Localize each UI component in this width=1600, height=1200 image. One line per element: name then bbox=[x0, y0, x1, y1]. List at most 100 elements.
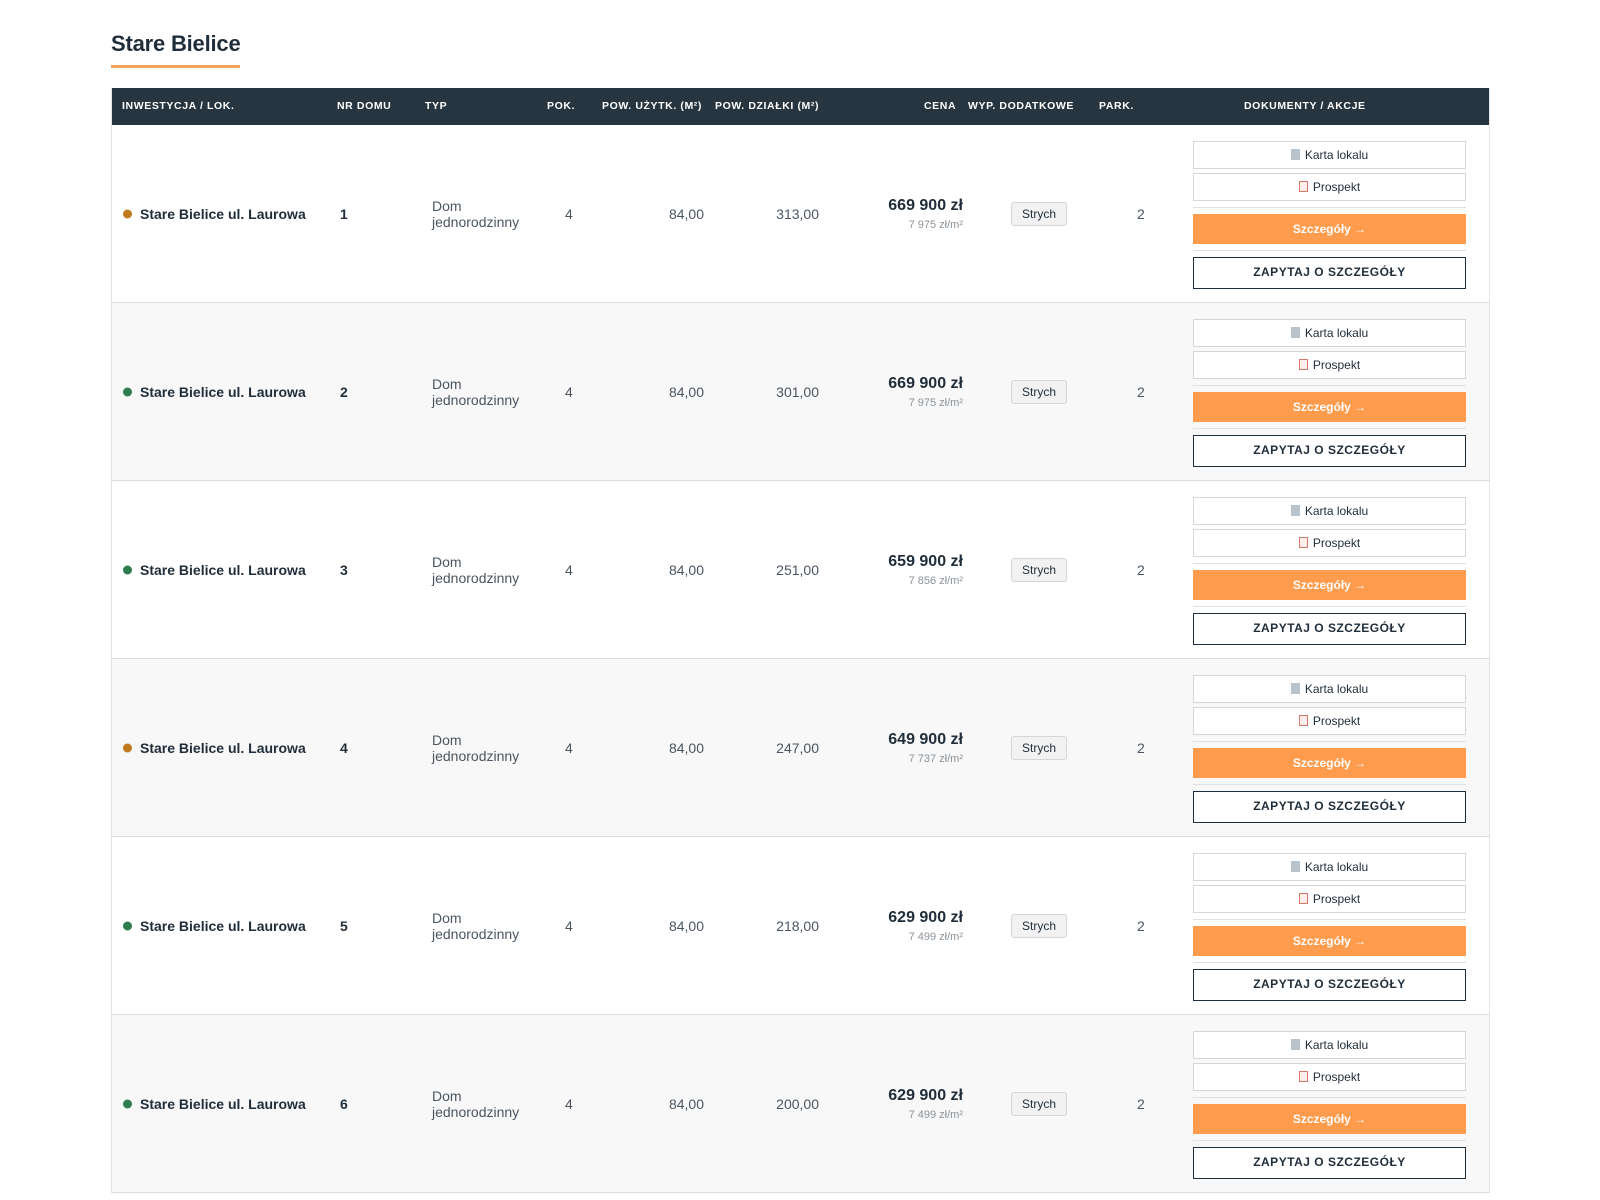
prospekt-button[interactable]: Prospekt bbox=[1193, 173, 1466, 201]
details-button[interactable]: Szczegóły → bbox=[1193, 748, 1466, 778]
ask-details-button[interactable]: ZAPYTAJ O SZCZEGÓŁY bbox=[1193, 969, 1466, 1001]
karta-lokalu-button[interactable]: Karta lokalu bbox=[1193, 1031, 1466, 1059]
rooms-count: 4 bbox=[565, 561, 573, 578]
table-row: Stare Bielice ul. Laurowa 1 Dom jednorodz… bbox=[112, 125, 1489, 303]
extra-badge: Strych bbox=[1011, 379, 1068, 404]
details-button[interactable]: Szczegóły → bbox=[1193, 926, 1466, 956]
investment-name[interactable]: Stare Bielice ul. Laurowa bbox=[140, 562, 306, 578]
investment-name[interactable]: Stare Bielice ul. Laurowa bbox=[140, 206, 306, 222]
plot-area: 247,00 bbox=[776, 739, 819, 756]
pdf-icon bbox=[1298, 893, 1308, 904]
table-row: Stare Bielice ul. Laurowa 6 Dom jednorodz… bbox=[112, 1015, 1489, 1193]
pdf-icon bbox=[1298, 715, 1308, 726]
ask-details-button[interactable]: ZAPYTAJ O SZCZEGÓŁY bbox=[1193, 613, 1466, 645]
details-button[interactable]: Szczegóły → bbox=[1193, 570, 1466, 600]
karta-lokalu-label: Karta lokalu bbox=[1304, 504, 1369, 518]
investment-name[interactable]: Stare Bielice ul. Laurowa bbox=[140, 1096, 306, 1112]
investment-name[interactable]: Stare Bielice ul. Laurowa bbox=[140, 918, 306, 934]
parking-count: 2 bbox=[1137, 917, 1145, 934]
prospekt-button[interactable]: Prospekt bbox=[1193, 1063, 1466, 1091]
prospekt-label: Prospekt bbox=[1312, 180, 1361, 194]
extra-badge: Strych bbox=[1011, 735, 1068, 760]
price: 669 900 zł bbox=[888, 196, 963, 214]
status-dot bbox=[123, 1099, 132, 1108]
unit-type-line1: Dom bbox=[432, 909, 462, 926]
header-parking: PARK. bbox=[1099, 100, 1134, 112]
house-number: 1 bbox=[340, 205, 348, 222]
divider bbox=[1193, 962, 1466, 963]
header-house-number: NR DOMU bbox=[337, 100, 392, 112]
prospekt-button[interactable]: Prospekt bbox=[1193, 529, 1466, 557]
document-icon bbox=[1290, 505, 1300, 516]
prospekt-button[interactable]: Prospekt bbox=[1193, 351, 1466, 379]
pdf-icon bbox=[1298, 181, 1308, 192]
extra-badge: Strych bbox=[1011, 201, 1068, 226]
price: 669 900 zł bbox=[888, 374, 963, 392]
extra-badge: Strych bbox=[1011, 913, 1068, 938]
rooms-count: 4 bbox=[565, 205, 573, 222]
actions-group: Karta lokalu Prospekt Szczegóły → ZAPYTA… bbox=[1193, 141, 1466, 289]
price: 629 900 zł bbox=[888, 1086, 963, 1104]
status-dot bbox=[123, 921, 132, 930]
usable-area: 84,00 bbox=[668, 205, 704, 222]
header-plot-area: POW. DZIAŁKI (M²) bbox=[715, 100, 820, 112]
divider bbox=[1193, 428, 1466, 429]
usable-area: 84,00 bbox=[668, 739, 704, 756]
status-dot bbox=[123, 565, 132, 574]
header-type: TYP bbox=[425, 100, 448, 112]
investment-name[interactable]: Stare Bielice ul. Laurowa bbox=[140, 740, 306, 756]
price-block: 629 900 zł 7 499 zł/m² bbox=[888, 909, 963, 943]
usable-area: 84,00 bbox=[668, 383, 704, 400]
document-icon bbox=[1290, 683, 1300, 694]
ask-details-button[interactable]: ZAPYTAJ O SZCZEGÓŁY bbox=[1193, 791, 1466, 823]
divider bbox=[1193, 250, 1466, 251]
prospekt-button[interactable]: Prospekt bbox=[1193, 707, 1466, 735]
details-button[interactable]: Szczegóły → bbox=[1193, 214, 1466, 244]
house-number: 6 bbox=[340, 1095, 348, 1112]
details-button[interactable]: Szczegóły → bbox=[1193, 1104, 1466, 1134]
details-button[interactable]: Szczegóły → bbox=[1193, 392, 1466, 422]
actions-group: Karta lokalu Prospekt Szczegóły → ZAPYTA… bbox=[1193, 497, 1466, 645]
karta-lokalu-button[interactable]: Karta lokalu bbox=[1193, 675, 1466, 703]
unit-type-line2: jednorodzinny bbox=[432, 1103, 520, 1120]
ask-details-button[interactable]: ZAPYTAJ O SZCZEGÓŁY bbox=[1193, 257, 1466, 289]
pdf-icon bbox=[1298, 537, 1308, 548]
karta-lokalu-button[interactable]: Karta lokalu bbox=[1193, 319, 1466, 347]
status-dot bbox=[123, 209, 132, 218]
unit-type: Dom jednorodzinny bbox=[432, 732, 542, 764]
house-number: 2 bbox=[340, 383, 348, 400]
header-price: CENA bbox=[924, 100, 957, 112]
price-per-m2: 7 499 zł/m² bbox=[908, 930, 963, 943]
karta-lokalu-label: Karta lokalu bbox=[1304, 682, 1369, 696]
document-icon bbox=[1290, 327, 1300, 338]
karta-lokalu-label: Karta lokalu bbox=[1304, 326, 1369, 340]
price: 649 900 zł bbox=[888, 730, 963, 748]
extra-badge: Strych bbox=[1011, 1091, 1068, 1116]
usable-area: 84,00 bbox=[668, 561, 704, 578]
usable-area: 84,00 bbox=[668, 917, 704, 934]
house-number: 5 bbox=[340, 917, 348, 934]
karta-lokalu-button[interactable]: Karta lokalu bbox=[1193, 141, 1466, 169]
ask-details-button[interactable]: ZAPYTAJ O SZCZEGÓŁY bbox=[1193, 1147, 1466, 1179]
pdf-icon bbox=[1298, 359, 1308, 370]
unit-type-line2: jednorodzinny bbox=[432, 747, 520, 764]
ask-details-button[interactable]: ZAPYTAJ O SZCZEGÓŁY bbox=[1193, 435, 1466, 467]
table-body: Stare Bielice ul. Laurowa 1 Dom jednorodz… bbox=[112, 125, 1489, 1193]
pdf-icon bbox=[1298, 1071, 1308, 1082]
document-icon bbox=[1290, 861, 1300, 872]
status-dot bbox=[123, 743, 132, 752]
unit-type-line1: Dom bbox=[432, 1087, 462, 1104]
prospekt-button[interactable]: Prospekt bbox=[1193, 885, 1466, 913]
karta-lokalu-button[interactable]: Karta lokalu bbox=[1193, 497, 1466, 525]
unit-type-line1: Dom bbox=[432, 197, 462, 214]
divider bbox=[1193, 563, 1466, 564]
plot-area: 251,00 bbox=[776, 561, 819, 578]
divider bbox=[1193, 385, 1466, 386]
price-block: 629 900 zł 7 499 zł/m² bbox=[888, 1087, 963, 1121]
price-block: 659 900 zł 7 856 zł/m² bbox=[888, 553, 963, 587]
prospekt-label: Prospekt bbox=[1312, 714, 1361, 728]
table-row: Stare Bielice ul. Laurowa 4 Dom jednorodz… bbox=[112, 659, 1489, 837]
divider bbox=[1193, 1140, 1466, 1141]
investment-name[interactable]: Stare Bielice ul. Laurowa bbox=[140, 384, 306, 400]
karta-lokalu-button[interactable]: Karta lokalu bbox=[1193, 853, 1466, 881]
